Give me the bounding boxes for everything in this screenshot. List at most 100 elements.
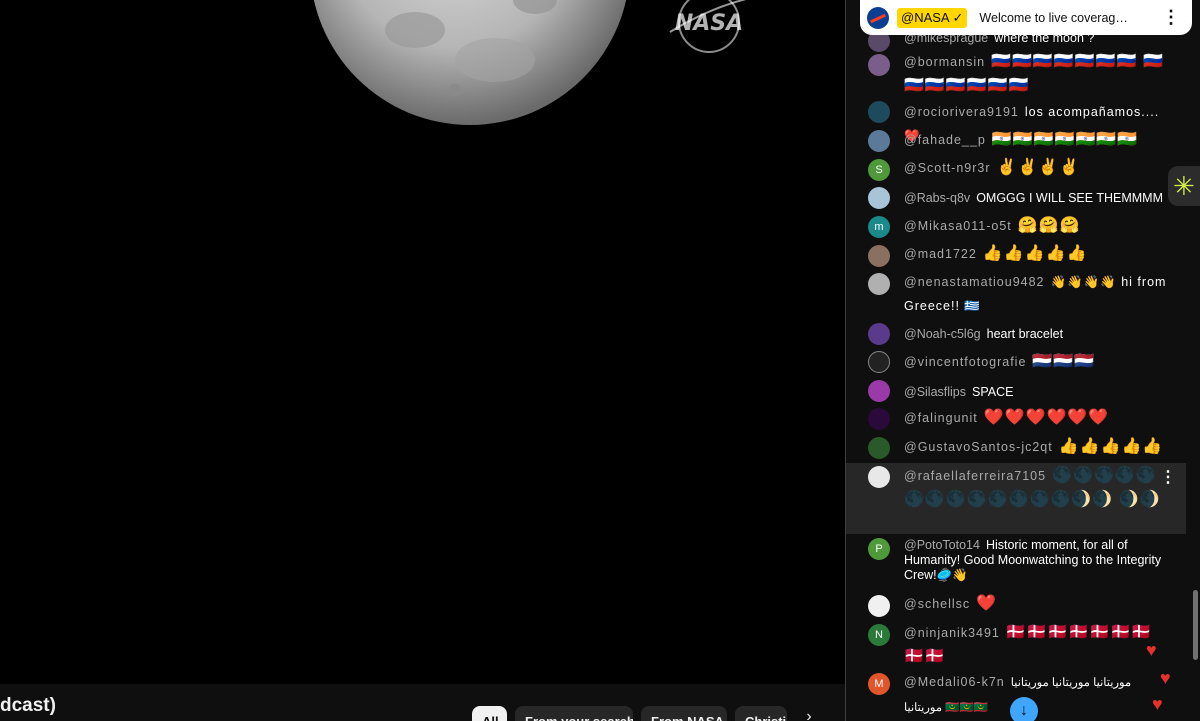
below-video-bar: dcast) All From your search From NASA Ch… [0,684,845,721]
message-text: 🇳🇱🇳🇱🇳🇱 [1032,353,1096,370]
chat-message-line: @falingunit ❤️❤️❤️❤️❤️❤️ [904,406,1172,430]
avatar: N [868,624,890,646]
chat-message-line: @GustavoSantos-jc2qt 👍👍👍👍👍 [904,435,1172,459]
message-author[interactable]: @GustavoSantos-jc2qt [904,440,1053,454]
chat-message-line: @mad1722 👍👍👍👍👍 [904,242,1172,266]
avatar [868,101,890,123]
pinned-text: Welcome to live coverag… [979,10,1128,25]
arrow-down-icon[interactable]: ↓ [1010,697,1038,721]
chip-from-your-search[interactable]: From your search [515,706,633,721]
chat-message[interactable]: @nenastamatiou9482 👋👋👋👋 hi from Greece!! … [846,270,1186,320]
chat-message[interactable]: @Rabs-q8v OMGGG I WILL SEE THEMMMM [846,186,1186,210]
chat-message-line: @rafaellaferreira7105 🌑🌑🌑🌑🌑 🌑🌑🌑🌑🌑🌑🌑🌑🌒🌒 🌒🌒 [904,464,1162,512]
message-text: 🇮🇳🇮🇳🇮🇳🇮🇳🇮🇳🇮🇳🇮🇳 [991,131,1139,148]
message-author[interactable]: @Medali06-k7n [904,675,1005,689]
message-author[interactable]: @nenastamatiou9482 [904,275,1045,289]
message-author[interactable]: @rociorivera9191 [904,105,1019,119]
avatar [868,130,890,152]
floating-heart-icon: ♥ [1152,694,1163,714]
chat-message-hovered[interactable]: @rafaellaferreira7105 🌑🌑🌑🌑🌑 🌑🌑🌑🌑🌑🌑🌑🌑🌒🌒 🌒🌒… [846,463,1186,534]
message-author[interactable]: @rafaellaferreira7105 [904,469,1046,483]
chat-message[interactable]: m @Mikasa011-o5t 🤗🤗🤗 [846,214,1186,240]
chat-message[interactable]: S @Scott-n9r3r ✌️✌️✌️✌️ [846,156,1186,182]
moon-image [313,0,627,125]
avatar [868,466,890,488]
message-author[interactable]: @mad1722 [904,247,977,261]
message-author[interactable]: @Scott-n9r3r [904,161,991,175]
chat-message[interactable]: @fahade__p 🇮🇳🇮🇳🇮🇳🇮🇳🇮🇳🇮🇳🇮🇳 [846,128,1186,154]
chat-message-line: @Mikasa011-o5t 🤗🤗🤗 [904,214,1172,238]
avatar [868,323,890,345]
pinned-message-banner[interactable]: @NASA ✓ Welcome to live coverag… ⋮ [860,0,1192,35]
video-title: dcast) [0,695,56,716]
chat-message[interactable]: @falingunit ❤️❤️❤️❤️❤️❤️ [846,406,1186,432]
avatar: m [868,216,890,238]
chat-message[interactable]: N @ninjanik3491 🇩🇰🇩🇰🇩🇰🇩🇰🇩🇰🇩🇰🇩🇰 🇩🇰🇩🇰 [846,621,1186,669]
message-author[interactable]: @bormansin [904,55,985,69]
more-vert-icon[interactable]: ⋮ [1160,467,1176,487]
chevron-right-icon[interactable]: › [798,708,820,721]
message-author[interactable]: @Noah-c5l6g [904,327,981,341]
video-player[interactable]: NASA [0,0,845,684]
avatar: S [868,159,890,181]
chat-message[interactable]: @mad1722 👍👍👍👍👍 [846,242,1186,268]
message-text: OMGGG I WILL SEE THEMMMM [976,191,1164,205]
message-author[interactable]: @PotoToto14 [904,538,980,552]
message-text: 👍👍👍👍👍 [1058,438,1164,455]
pinned-author-badge[interactable]: @NASA ✓ [897,7,968,28]
message-text: heart bracelet [986,327,1064,341]
chip-christi[interactable]: Christi [735,706,787,721]
live-chat-panel: @NASA ✓ Welcome to live coverag… ⋮ @mike… [845,0,1200,721]
message-author[interactable]: @Silasflips [904,385,966,399]
message-text: SPACE [972,385,1014,399]
avatar [868,408,890,430]
chip-from-nasa[interactable]: From NASA [641,706,727,721]
message-author[interactable]: @vincentfotografie [904,355,1026,369]
chat-message-line: @Medali06-k7n موريتانيا موريتانيا موريتان… [904,670,1172,720]
avatar [868,437,890,459]
chat-message-line: @Scott-n9r3r ✌️✌️✌️✌️ [904,156,1172,180]
chat-message-line: @ninjanik3491 🇩🇰🇩🇰🇩🇰🇩🇰🇩🇰🇩🇰🇩🇰 🇩🇰🇩🇰 [904,621,1172,669]
message-text: 🤗🤗🤗 [1017,217,1081,234]
avatar [868,351,890,373]
avatar [868,380,890,402]
chat-message[interactable]: @Silasflips SPACE [846,380,1186,404]
floating-heart-icon: ♥ [1146,640,1157,660]
chat-message-line: @fahade__p 🇮🇳🇮🇳🇮🇳🇮🇳🇮🇳🇮🇳🇮🇳 [904,128,1172,152]
nasa-watermark-logo: NASA [669,0,747,53]
floating-heart-icon: ♥ [1160,668,1171,688]
chat-message[interactable]: @vincentfotografie 🇳🇱🇳🇱🇳🇱 [846,350,1186,376]
message-author[interactable]: @Rabs-q8v [904,191,970,205]
message-text: ✌️✌️✌️✌️ [996,159,1081,176]
chat-message-line: @schellsc ❤️ [904,592,1172,616]
chat-message-line: @Silasflips SPACE [904,385,1172,400]
message-author[interactable]: @fahade__p [904,133,986,147]
chip-all[interactable]: All [472,706,507,721]
message-text: ❤️ [976,595,998,612]
chat-message[interactable]: @schellsc ❤️ [846,592,1186,618]
message-text: 👍👍👍👍👍 [982,245,1088,262]
chat-message[interactable]: @bormansin 🇷🇺🇷🇺🇷🇺🇷🇺🇷🇺🇷🇺🇷🇺 🇷🇺🇷🇺🇷🇺🇷🇺🇷🇺🇷🇺🇷🇺 [846,50,1186,100]
message-author[interactable]: @schellsc [904,597,970,611]
chat-message-line: @PotoToto14 Historic moment, for all of H… [904,538,1172,583]
chat-message[interactable]: P @PotoToto14 Historic moment, for all of… [846,536,1186,590]
more-vert-icon[interactable]: ⋮ [1162,6,1180,28]
chat-scrollbar[interactable] [1193,590,1198,660]
chat-message[interactable]: @Noah-c5l6g heart bracelet [846,322,1186,346]
message-author[interactable]: @Mikasa011-o5t [904,219,1012,233]
message-author[interactable]: @ninjanik3491 [904,626,1000,640]
avatar [868,245,890,267]
avatar: M [868,673,890,695]
chat-message-line: @bormansin 🇷🇺🇷🇺🇷🇺🇷🇺🇷🇺🇷🇺🇷🇺 🇷🇺🇷🇺🇷🇺🇷🇺🇷🇺🇷🇺🇷🇺 [904,50,1172,98]
chat-message-line: @Rabs-q8v OMGGG I WILL SEE THEMMMM [904,191,1172,206]
message-author[interactable]: @falingunit [904,411,978,425]
message-text: ❤️❤️❤️❤️❤️❤️ [983,409,1110,426]
chat-message-line: @nenastamatiou9482 👋👋👋👋 hi from Greece!! … [904,270,1172,318]
chat-message-line: @Noah-c5l6g heart bracelet [904,327,1172,342]
nasa-avatar [867,6,889,29]
chat-message[interactable]: @GustavoSantos-jc2qt 👍👍👍👍👍 [846,435,1186,461]
chat-message[interactable]: @rociorivera9191 los acompañamos.... ❤️ [846,100,1186,143]
side-reaction-button[interactable]: ✳ [1168,166,1200,206]
svg-text:NASA: NASA [675,11,743,36]
verified-check-icon: ✓ [952,9,964,25]
